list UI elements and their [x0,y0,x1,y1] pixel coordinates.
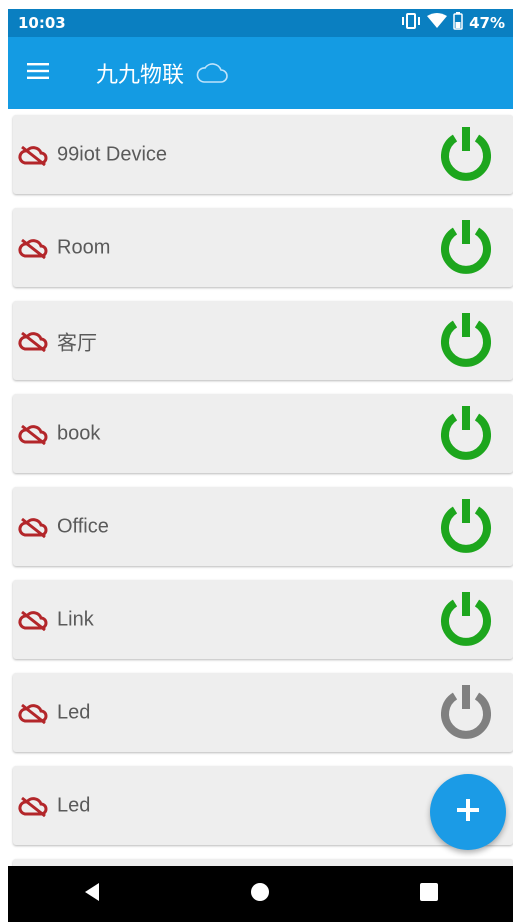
device-name: Led [57,794,91,816]
cloud-off-icon [16,702,50,724]
device-name: 99iot Device [57,143,168,165]
device-row-partial[interactable] [13,859,513,866]
power-on-icon[interactable] [434,123,498,187]
device-row[interactable]: book [13,394,513,473]
vibrate-icon [401,13,421,33]
device-row[interactable]: Link [13,580,513,659]
status-icons: 47% [401,12,505,34]
recents-button[interactable] [399,866,459,922]
status-time: 10:03 [18,14,66,32]
device-name: Office [57,515,109,537]
device-name: Led [57,701,91,723]
device-row[interactable]: Led [13,673,513,752]
plus-icon [457,798,479,826]
app-title: 九九物联 [96,63,185,88]
menu-button[interactable] [8,37,68,109]
power-on-icon[interactable] [434,402,498,466]
cloud-off-icon [16,237,50,259]
recents-icon [419,882,438,906]
power-on-icon[interactable] [434,216,498,280]
back-button[interactable] [62,866,122,922]
device-row[interactable]: Office [13,487,513,566]
cloud-off-icon [16,330,50,352]
device-name: Link [57,608,94,630]
app-bar: 九九物联 [8,37,513,109]
device-name: book [57,422,101,444]
cloud-off-icon [16,609,50,631]
power-on-icon[interactable] [434,588,498,652]
battery-icon [453,12,463,34]
device-list: 99iot Device Room 客厅 book Office Link Le… [8,109,513,866]
wifi-icon [427,13,448,33]
device-row[interactable]: 客厅 [13,301,513,380]
cloud-icon [196,62,228,84]
device-name: Room [57,236,111,258]
back-icon [83,882,101,907]
cloud-off-icon [16,795,50,817]
power-on-icon[interactable] [434,495,498,559]
home-icon [250,882,270,907]
device-row[interactable]: Room [13,208,513,287]
device-row[interactable]: 99iot Device [13,115,513,194]
home-button[interactable] [230,866,290,922]
add-device-button[interactable] [430,774,506,850]
cloud-off-icon [16,423,50,445]
cloud-off-icon [16,516,50,538]
device-name: 客厅 [57,332,97,354]
navigation-bar [8,866,513,922]
power-off-icon[interactable] [434,681,498,745]
battery-percent: 47% [469,14,505,32]
power-on-icon[interactable] [434,309,498,373]
cloud-off-icon [16,144,50,166]
menu-icon [27,62,49,84]
status-bar: 10:03 47% [8,9,513,37]
